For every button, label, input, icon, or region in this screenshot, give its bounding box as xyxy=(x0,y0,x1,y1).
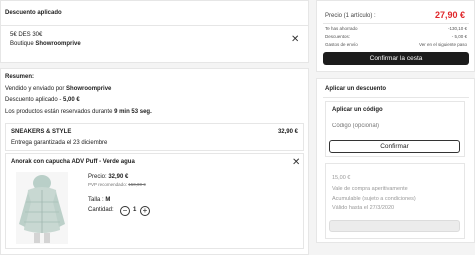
apply-code-title: Aplicar un código xyxy=(332,107,383,113)
shipping-label: Gastos de envío xyxy=(325,42,358,47)
reservation-time: 9 min 53 seg. xyxy=(114,109,152,115)
summary-title: Resumen: xyxy=(5,74,35,80)
divider xyxy=(323,97,469,98)
voucher-validity: Válido hasta el 27/3/2020 xyxy=(332,205,395,211)
shop-total: 32,90 € xyxy=(277,129,298,135)
product-image[interactable] xyxy=(16,172,68,244)
discount-code-input[interactable] xyxy=(332,121,460,131)
discounts-value: - 5,00 € xyxy=(451,34,467,39)
remove-product-close-icon[interactable]: ✕ xyxy=(292,158,300,168)
order-total: 27,90 € xyxy=(434,10,465,20)
quantity-value: 1 xyxy=(133,207,137,213)
voucher-line-1: Vale de compra aperitivamente xyxy=(332,186,408,192)
rrp-label: PVP recomendado: xyxy=(88,182,129,187)
size-label: Talla : xyxy=(88,197,106,203)
discounts-label: Descuentos: xyxy=(325,34,351,39)
delivery-date: Entrega garantizada el 23 diciembre xyxy=(11,140,108,146)
product-price-line: Precio: 32,90 € xyxy=(88,174,128,180)
voucher-amount: 15,00 € xyxy=(332,175,351,181)
confirm-cart-button[interactable]: Confirmar la cesta xyxy=(323,52,469,65)
shipping-row: Gastos de envío Ver en el siguiente paso xyxy=(325,42,467,47)
voucher-line-2: Acumulable (sujeto a condiciones) xyxy=(332,196,416,202)
confirm-code-button[interactable]: Confirmar xyxy=(329,140,460,153)
order-total-card: Precio (1 artículo) : 27,90 € Te has aho… xyxy=(316,0,475,72)
reservation-line: Los productos están reservados durante 9… xyxy=(5,109,152,115)
shipping-value: Ver en el siguiente paso xyxy=(418,42,467,47)
sold-by-line: Vendido y enviado por Showroomprive xyxy=(5,86,111,92)
product-rrp-line: PVP recomendado: 150,00 € xyxy=(88,182,146,187)
discount-boutique-line: Boutique Showroomprive xyxy=(10,41,81,47)
reservation-prefix: Los productos están reservados durante xyxy=(5,109,115,115)
divider xyxy=(1,25,308,26)
discount-applied-line: Descuento aplicado - 5,00 € xyxy=(5,97,80,103)
apply-voucher-button[interactable] xyxy=(329,220,460,232)
voucher-panel: 15,00 € Vale de compra aperitivamente Ac… xyxy=(325,163,465,239)
divider xyxy=(323,23,469,24)
discount-applied-value: 5,00 € xyxy=(63,97,80,103)
quantity-label: Cantidad: xyxy=(88,207,114,213)
quantity-increase-button[interactable]: + xyxy=(140,206,150,216)
shop-block: SNEAKERS & STYLE 32,90 € Entrega garanti… xyxy=(5,123,304,151)
apply-discount-card: Aplicar un descuento Aplicar un código C… xyxy=(316,78,475,243)
quantity-decrease-button[interactable]: − xyxy=(120,206,130,216)
product-size-line: Talla : M xyxy=(88,197,110,203)
discount-code-text: 5€ DES 30€ xyxy=(10,32,43,38)
saved-label: Te has ahorrado xyxy=(325,26,358,31)
summary-card: Resumen: Vendido y enviado por Showroomp… xyxy=(0,68,309,255)
rrp-value: 150,00 € xyxy=(128,182,146,187)
apply-discount-title: Aplicar un descuento xyxy=(325,86,387,92)
code-panel: Aplicar un código Confirmar xyxy=(325,101,465,157)
sold-by-brand: Showroomprive xyxy=(66,86,112,92)
discount-applied-card: Descuento aplicado 5€ DES 30€ Boutique S… xyxy=(0,0,309,63)
product-price: 32,90 € xyxy=(108,174,129,180)
shop-name: SNEAKERS & STYLE xyxy=(11,129,72,135)
green-puffer-jacket-image xyxy=(19,175,65,243)
price-count-label: Precio (1 artículo) : xyxy=(325,13,376,19)
remove-discount-close-icon[interactable]: ✕ xyxy=(291,35,299,45)
product-block: Anorak con capucha ADV Puff - Verde agua… xyxy=(5,153,304,249)
discounts-row: Descuentos: - 5,00 € xyxy=(325,34,467,39)
discount-applied-prefix: Descuento aplicado - xyxy=(5,97,64,103)
price-label: Precio: xyxy=(88,174,109,180)
sold-by-prefix: Vendido y enviado por xyxy=(5,86,67,92)
saved-value: -130,10 € xyxy=(447,26,467,31)
product-name[interactable]: Anorak con capucha ADV Puff - Verde agua xyxy=(11,159,135,165)
discount-card-title: Descuento aplicado xyxy=(5,10,62,16)
saved-row: Te has ahorrado -130,10 € xyxy=(325,26,467,31)
boutique-prefix: Boutique xyxy=(10,41,36,47)
boutique-brand: Showroomprive xyxy=(35,41,81,47)
size-value: M xyxy=(105,197,111,203)
